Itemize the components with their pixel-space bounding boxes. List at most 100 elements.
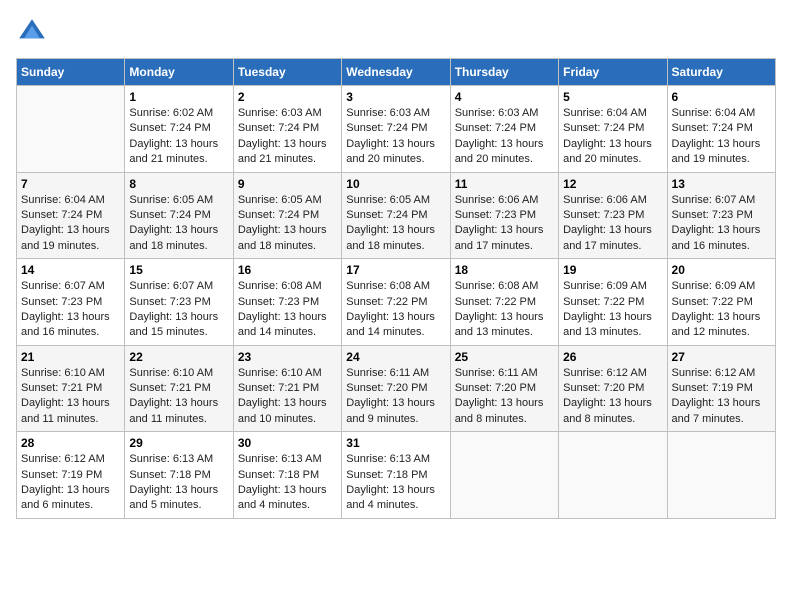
daylight-text: Daylight: 13 hours and 20 minutes. <box>563 137 662 168</box>
day-info: Sunrise: 6:03 AM Sunset: 7:24 PM Dayligh… <box>238 106 337 168</box>
calendar-cell: 11 Sunrise: 6:06 AM Sunset: 7:23 PM Dayl… <box>450 172 558 259</box>
sunset-text: Sunset: 7:23 PM <box>21 295 120 310</box>
calendar-cell <box>17 86 125 173</box>
daylight-text: Daylight: 13 hours and 5 minutes. <box>129 483 228 514</box>
daylight-text: Daylight: 13 hours and 16 minutes. <box>21 310 120 341</box>
sunrise-text: Sunrise: 6:08 AM <box>455 279 554 294</box>
weekday-header-friday: Friday <box>559 59 667 86</box>
day-info: Sunrise: 6:12 AM Sunset: 7:20 PM Dayligh… <box>563 366 662 428</box>
day-number: 20 <box>672 263 771 277</box>
day-info: Sunrise: 6:05 AM Sunset: 7:24 PM Dayligh… <box>238 193 337 255</box>
sunset-text: Sunset: 7:20 PM <box>346 381 445 396</box>
sunset-text: Sunset: 7:23 PM <box>238 295 337 310</box>
daylight-text: Daylight: 13 hours and 19 minutes. <box>21 223 120 254</box>
sunrise-text: Sunrise: 6:06 AM <box>563 193 662 208</box>
sunset-text: Sunset: 7:21 PM <box>129 381 228 396</box>
sunrise-text: Sunrise: 6:07 AM <box>129 279 228 294</box>
day-info: Sunrise: 6:05 AM Sunset: 7:24 PM Dayligh… <box>346 193 445 255</box>
calendar-cell: 21 Sunrise: 6:10 AM Sunset: 7:21 PM Dayl… <box>17 345 125 432</box>
daylight-text: Daylight: 13 hours and 19 minutes. <box>672 137 771 168</box>
day-number: 25 <box>455 350 554 364</box>
day-number: 18 <box>455 263 554 277</box>
calendar-cell: 4 Sunrise: 6:03 AM Sunset: 7:24 PM Dayli… <box>450 86 558 173</box>
sunrise-text: Sunrise: 6:05 AM <box>238 193 337 208</box>
sunset-text: Sunset: 7:18 PM <box>346 468 445 483</box>
day-number: 9 <box>238 177 337 191</box>
sunrise-text: Sunrise: 6:02 AM <box>129 106 228 121</box>
weekday-header-monday: Monday <box>125 59 233 86</box>
sunrise-text: Sunrise: 6:04 AM <box>563 106 662 121</box>
day-info: Sunrise: 6:07 AM Sunset: 7:23 PM Dayligh… <box>672 193 771 255</box>
day-number: 1 <box>129 90 228 104</box>
sunrise-text: Sunrise: 6:12 AM <box>563 366 662 381</box>
sunset-text: Sunset: 7:19 PM <box>21 468 120 483</box>
sunrise-text: Sunrise: 6:03 AM <box>455 106 554 121</box>
logo <box>16 16 52 48</box>
sunrise-text: Sunrise: 6:12 AM <box>21 452 120 467</box>
day-number: 11 <box>455 177 554 191</box>
day-info: Sunrise: 6:11 AM Sunset: 7:20 PM Dayligh… <box>346 366 445 428</box>
calendar-cell: 12 Sunrise: 6:06 AM Sunset: 7:23 PM Dayl… <box>559 172 667 259</box>
calendar-week-3: 14 Sunrise: 6:07 AM Sunset: 7:23 PM Dayl… <box>17 259 776 346</box>
sunrise-text: Sunrise: 6:13 AM <box>238 452 337 467</box>
day-info: Sunrise: 6:03 AM Sunset: 7:24 PM Dayligh… <box>346 106 445 168</box>
day-number: 5 <box>563 90 662 104</box>
calendar-cell: 2 Sunrise: 6:03 AM Sunset: 7:24 PM Dayli… <box>233 86 341 173</box>
sunrise-text: Sunrise: 6:03 AM <box>346 106 445 121</box>
calendar-week-1: 1 Sunrise: 6:02 AM Sunset: 7:24 PM Dayli… <box>17 86 776 173</box>
day-info: Sunrise: 6:06 AM Sunset: 7:23 PM Dayligh… <box>455 193 554 255</box>
day-info: Sunrise: 6:10 AM Sunset: 7:21 PM Dayligh… <box>238 366 337 428</box>
sunrise-text: Sunrise: 6:11 AM <box>455 366 554 381</box>
weekday-header-sunday: Sunday <box>17 59 125 86</box>
calendar-cell: 9 Sunrise: 6:05 AM Sunset: 7:24 PM Dayli… <box>233 172 341 259</box>
calendar-cell: 14 Sunrise: 6:07 AM Sunset: 7:23 PM Dayl… <box>17 259 125 346</box>
daylight-text: Daylight: 13 hours and 6 minutes. <box>21 483 120 514</box>
calendar-cell: 20 Sunrise: 6:09 AM Sunset: 7:22 PM Dayl… <box>667 259 775 346</box>
sunrise-text: Sunrise: 6:07 AM <box>672 193 771 208</box>
sunset-text: Sunset: 7:24 PM <box>455 121 554 136</box>
day-info: Sunrise: 6:02 AM Sunset: 7:24 PM Dayligh… <box>129 106 228 168</box>
day-info: Sunrise: 6:04 AM Sunset: 7:24 PM Dayligh… <box>672 106 771 168</box>
calendar-week-4: 21 Sunrise: 6:10 AM Sunset: 7:21 PM Dayl… <box>17 345 776 432</box>
day-info: Sunrise: 6:08 AM Sunset: 7:23 PM Dayligh… <box>238 279 337 341</box>
day-number: 16 <box>238 263 337 277</box>
daylight-text: Daylight: 13 hours and 18 minutes. <box>238 223 337 254</box>
daylight-text: Daylight: 13 hours and 21 minutes. <box>129 137 228 168</box>
daylight-text: Daylight: 13 hours and 9 minutes. <box>346 396 445 427</box>
sunrise-text: Sunrise: 6:03 AM <box>238 106 337 121</box>
calendar-cell: 15 Sunrise: 6:07 AM Sunset: 7:23 PM Dayl… <box>125 259 233 346</box>
daylight-text: Daylight: 13 hours and 8 minutes. <box>455 396 554 427</box>
day-number: 23 <box>238 350 337 364</box>
daylight-text: Daylight: 13 hours and 20 minutes. <box>346 137 445 168</box>
daylight-text: Daylight: 13 hours and 15 minutes. <box>129 310 228 341</box>
daylight-text: Daylight: 13 hours and 13 minutes. <box>563 310 662 341</box>
sunset-text: Sunset: 7:18 PM <box>238 468 337 483</box>
day-number: 19 <box>563 263 662 277</box>
day-info: Sunrise: 6:05 AM Sunset: 7:24 PM Dayligh… <box>129 193 228 255</box>
daylight-text: Daylight: 13 hours and 11 minutes. <box>129 396 228 427</box>
day-number: 30 <box>238 436 337 450</box>
sunset-text: Sunset: 7:22 PM <box>346 295 445 310</box>
sunset-text: Sunset: 7:23 PM <box>455 208 554 223</box>
day-number: 15 <box>129 263 228 277</box>
sunset-text: Sunset: 7:23 PM <box>563 208 662 223</box>
calendar-cell: 18 Sunrise: 6:08 AM Sunset: 7:22 PM Dayl… <box>450 259 558 346</box>
sunrise-text: Sunrise: 6:10 AM <box>21 366 120 381</box>
sunrise-text: Sunrise: 6:10 AM <box>238 366 337 381</box>
sunset-text: Sunset: 7:24 PM <box>563 121 662 136</box>
sunrise-text: Sunrise: 6:04 AM <box>21 193 120 208</box>
sunset-text: Sunset: 7:22 PM <box>672 295 771 310</box>
calendar-cell: 26 Sunrise: 6:12 AM Sunset: 7:20 PM Dayl… <box>559 345 667 432</box>
sunset-text: Sunset: 7:19 PM <box>672 381 771 396</box>
daylight-text: Daylight: 13 hours and 8 minutes. <box>563 396 662 427</box>
sunrise-text: Sunrise: 6:09 AM <box>563 279 662 294</box>
day-info: Sunrise: 6:03 AM Sunset: 7:24 PM Dayligh… <box>455 106 554 168</box>
calendar-cell: 31 Sunrise: 6:13 AM Sunset: 7:18 PM Dayl… <box>342 432 450 519</box>
daylight-text: Daylight: 13 hours and 18 minutes. <box>129 223 228 254</box>
calendar-cell: 7 Sunrise: 6:04 AM Sunset: 7:24 PM Dayli… <box>17 172 125 259</box>
calendar-cell: 27 Sunrise: 6:12 AM Sunset: 7:19 PM Dayl… <box>667 345 775 432</box>
day-info: Sunrise: 6:09 AM Sunset: 7:22 PM Dayligh… <box>672 279 771 341</box>
day-number: 29 <box>129 436 228 450</box>
daylight-text: Daylight: 13 hours and 14 minutes. <box>346 310 445 341</box>
day-number: 10 <box>346 177 445 191</box>
